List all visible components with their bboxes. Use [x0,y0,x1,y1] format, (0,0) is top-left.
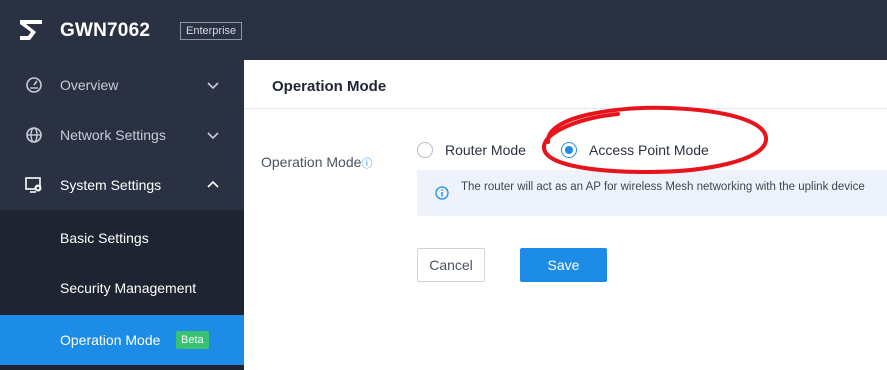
chevron-down-icon [207,82,219,90]
chevron-up-icon [207,180,219,188]
radio-router-mode[interactable]: Router Mode [417,142,526,158]
beta-badge: Beta [176,331,209,349]
sidebar-item-label: Overview [60,77,119,93]
radio-circle[interactable] [417,142,433,158]
save-button[interactable]: Save [520,248,607,282]
sidebar-item-label: System Settings [60,177,162,193]
submenu-item-label: Security Management [60,280,197,296]
submenu-item-security-management[interactable]: Security Management [0,263,244,313]
chevron-down-icon [207,132,219,140]
red-annotation-ellipse [542,105,768,175]
device-model: GWN7062 [60,20,151,41]
info-circle-icon [435,186,449,200]
grandstream-logo-icon [20,20,42,40]
system-settings-submenu: Basic Settings Security Management Opera… [0,210,244,370]
cancel-button[interactable]: Cancel [417,248,485,282]
radio-label: Router Mode [445,142,526,158]
sidebar-item-system-settings[interactable]: System Settings [0,160,244,210]
submenu-item-label: Basic Settings [60,230,149,246]
top-bar: GWN7062 Enterprise [0,0,887,60]
sidebar: Overview Network Settings System Setting… [0,60,244,370]
submenu-item-operation-mode[interactable]: Operation Mode Beta [0,315,244,365]
sidebar-item-network-settings[interactable]: Network Settings [0,110,244,160]
page-title: Operation Mode [272,78,387,95]
info-icon[interactable]: ⓘ [361,158,372,170]
submenu-item-basic-settings[interactable]: Basic Settings [0,213,244,263]
dashboard-gauge-icon [26,77,42,93]
submenu-item-label: Operation Mode [60,332,161,348]
field-label-text: Operation Mode [261,154,362,170]
operation-mode-label: Operation Modeⓘ [261,154,372,171]
edition-badge: Enterprise [180,22,243,40]
sidebar-item-overview[interactable]: Overview [0,60,244,110]
sidebar-item-label: Network Settings [60,127,166,143]
system-settings-icon [25,177,42,193]
globe-icon [26,127,42,143]
hint-text: The router will act as an AP for wireles… [461,181,865,193]
